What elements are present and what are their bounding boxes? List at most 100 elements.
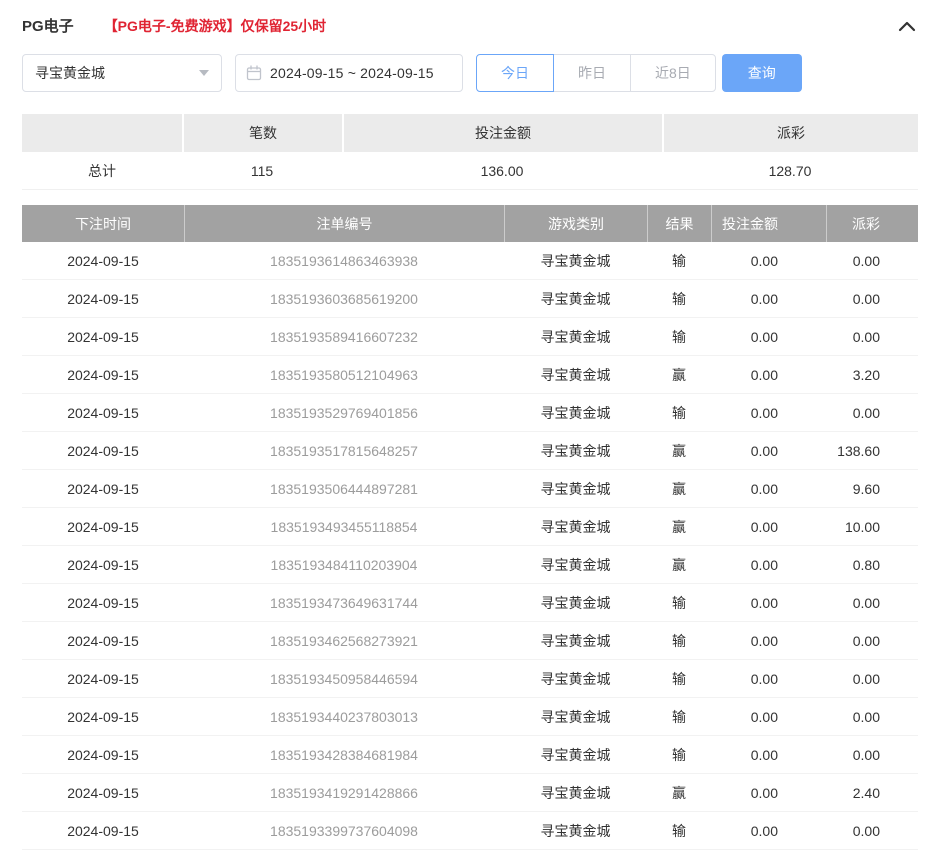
collapse-chevron-up-icon[interactable] <box>896 18 918 34</box>
search-button[interactable]: 查询 <box>722 54 802 92</box>
chevron-down-icon <box>199 70 209 76</box>
cell-bet-time: 2024-09-15 <box>22 280 184 318</box>
cell-game-type: 寻宝黄金城 <box>504 584 647 622</box>
cell-result: 输 <box>647 736 711 774</box>
calendar-icon <box>246 65 262 81</box>
summary-header-count: 笔数 <box>182 114 342 152</box>
cell-bet-time: 2024-09-15 <box>22 242 184 280</box>
bet-table-body: 2024-09-15 1835193614863463938 寻宝黄金城 输 0… <box>22 242 918 850</box>
summary-total-row: 总计 115 136.00 128.70 <box>22 152 918 190</box>
cell-result: 输 <box>647 660 711 698</box>
cell-payout: 0.00 <box>826 660 918 698</box>
table-row: 2024-09-15 1835193614863463938 寻宝黄金城 输 0… <box>22 242 918 280</box>
cell-bet-time: 2024-09-15 <box>22 432 184 470</box>
cell-game-type: 寻宝黄金城 <box>504 318 647 356</box>
summary-total-payout: 128.70 <box>662 152 918 190</box>
cell-game-type: 寻宝黄金城 <box>504 242 647 280</box>
table-row: 2024-09-15 1835193580512104963 寻宝黄金城 赢 0… <box>22 356 918 394</box>
cell-game-type: 寻宝黄金城 <box>504 470 647 508</box>
cell-bet-time: 2024-09-15 <box>22 546 184 584</box>
cell-payout: 0.00 <box>826 584 918 622</box>
cell-result: 赢 <box>647 546 711 584</box>
cell-bet-amount: 0.00 <box>711 660 826 698</box>
cell-payout: 0.00 <box>826 394 918 432</box>
summary-total-bet-amount: 136.00 <box>342 152 662 190</box>
header-payout: 派彩 <box>826 205 918 242</box>
cell-bet-amount: 0.00 <box>711 318 826 356</box>
cell-payout: 0.00 <box>826 698 918 736</box>
summary-header-row: 笔数 投注金额 派彩 <box>22 114 918 152</box>
header-bet-amount: 投注金额 <box>711 205 826 242</box>
cell-bet-id: 1835193462568273921 <box>184 622 504 660</box>
cell-bet-amount: 0.00 <box>711 736 826 774</box>
cell-payout: 10.00 <box>826 508 918 546</box>
cell-result: 输 <box>647 812 711 850</box>
bet-table-header-row: 下注时间 注单编号 游戏类别 结果 投注金额 派彩 <box>22 205 918 242</box>
header-bet-time: 下注时间 <box>22 205 184 242</box>
table-row: 2024-09-15 1835193506444897281 寻宝黄金城 赢 0… <box>22 470 918 508</box>
table-row: 2024-09-15 1835193473649631744 寻宝黄金城 输 0… <box>22 584 918 622</box>
cell-bet-id: 1835193493455118854 <box>184 508 504 546</box>
cell-game-type: 寻宝黄金城 <box>504 774 647 812</box>
cell-game-type: 寻宝黄金城 <box>504 736 647 774</box>
cell-result: 输 <box>647 698 711 736</box>
table-row: 2024-09-15 1835193419291428866 寻宝黄金城 赢 0… <box>22 774 918 812</box>
cell-bet-id: 1835193428384681984 <box>184 736 504 774</box>
cell-payout: 0.00 <box>826 318 918 356</box>
cell-game-type: 寻宝黄金城 <box>504 280 647 318</box>
cell-game-type: 寻宝黄金城 <box>504 698 647 736</box>
table-row: 2024-09-15 1835193399737604098 寻宝黄金城 输 0… <box>22 812 918 850</box>
quick-range-button-group: 今日 昨日 近8日 <box>476 54 716 92</box>
cell-payout: 9.60 <box>826 470 918 508</box>
cell-bet-time: 2024-09-15 <box>22 660 184 698</box>
panel-header: PG电子 【PG电子-免费游戏】仅保留25小时 <box>22 0 918 46</box>
cell-bet-id: 1835193517815648257 <box>184 432 504 470</box>
cell-bet-amount: 0.00 <box>711 774 826 812</box>
cell-bet-id: 1835193419291428866 <box>184 774 504 812</box>
cell-bet-time: 2024-09-15 <box>22 774 184 812</box>
cell-game-type: 寻宝黄金城 <box>504 546 647 584</box>
cell-bet-time: 2024-09-15 <box>22 736 184 774</box>
quick-btn-today[interactable]: 今日 <box>476 54 554 92</box>
cell-payout: 0.80 <box>826 546 918 584</box>
cell-bet-amount: 0.00 <box>711 432 826 470</box>
cell-bet-time: 2024-09-15 <box>22 698 184 736</box>
header-result: 结果 <box>647 205 711 242</box>
cell-bet-amount: 0.00 <box>711 394 826 432</box>
cell-result: 输 <box>647 584 711 622</box>
cell-bet-time: 2024-09-15 <box>22 394 184 432</box>
header-bet-id: 注单编号 <box>184 205 504 242</box>
quick-btn-last-8-days[interactable]: 近8日 <box>630 54 716 92</box>
cell-bet-amount: 0.00 <box>711 508 826 546</box>
cell-bet-time: 2024-09-15 <box>22 356 184 394</box>
cell-bet-id: 1835193529769401856 <box>184 394 504 432</box>
cell-payout: 2.40 <box>826 774 918 812</box>
quick-btn-yesterday[interactable]: 昨日 <box>553 54 631 92</box>
cell-bet-time: 2024-09-15 <box>22 622 184 660</box>
cell-result: 赢 <box>647 432 711 470</box>
cell-bet-id: 1835193580512104963 <box>184 356 504 394</box>
date-range-input[interactable]: 2024-09-15 ~ 2024-09-15 <box>235 54 463 92</box>
table-row: 2024-09-15 1835193440237803013 寻宝黄金城 输 0… <box>22 698 918 736</box>
cell-payout: 3.20 <box>826 356 918 394</box>
table-row: 2024-09-15 1835193517815648257 寻宝黄金城 赢 0… <box>22 432 918 470</box>
summary-header-bet-amount: 投注金额 <box>342 114 662 152</box>
cell-bet-time: 2024-09-15 <box>22 318 184 356</box>
cell-game-type: 寻宝黄金城 <box>504 622 647 660</box>
cell-bet-time: 2024-09-15 <box>22 508 184 546</box>
summary-header-blank <box>22 114 182 152</box>
summary-total-count: 115 <box>182 152 342 190</box>
cell-bet-amount: 0.00 <box>711 584 826 622</box>
game-select[interactable]: 寻宝黄金城 <box>22 54 222 92</box>
cell-payout: 0.00 <box>826 812 918 850</box>
cell-bet-id: 1835193589416607232 <box>184 318 504 356</box>
summary-header-payout: 派彩 <box>662 114 918 152</box>
summary-total-label: 总计 <box>22 152 182 190</box>
cell-bet-amount: 0.00 <box>711 622 826 660</box>
cell-bet-id: 1835193450958446594 <box>184 660 504 698</box>
cell-bet-time: 2024-09-15 <box>22 812 184 850</box>
cell-bet-id: 1835193506444897281 <box>184 470 504 508</box>
cell-bet-id: 1835193603685619200 <box>184 280 504 318</box>
date-range-value: 2024-09-15 ~ 2024-09-15 <box>270 65 434 81</box>
header-game-type: 游戏类别 <box>504 205 647 242</box>
